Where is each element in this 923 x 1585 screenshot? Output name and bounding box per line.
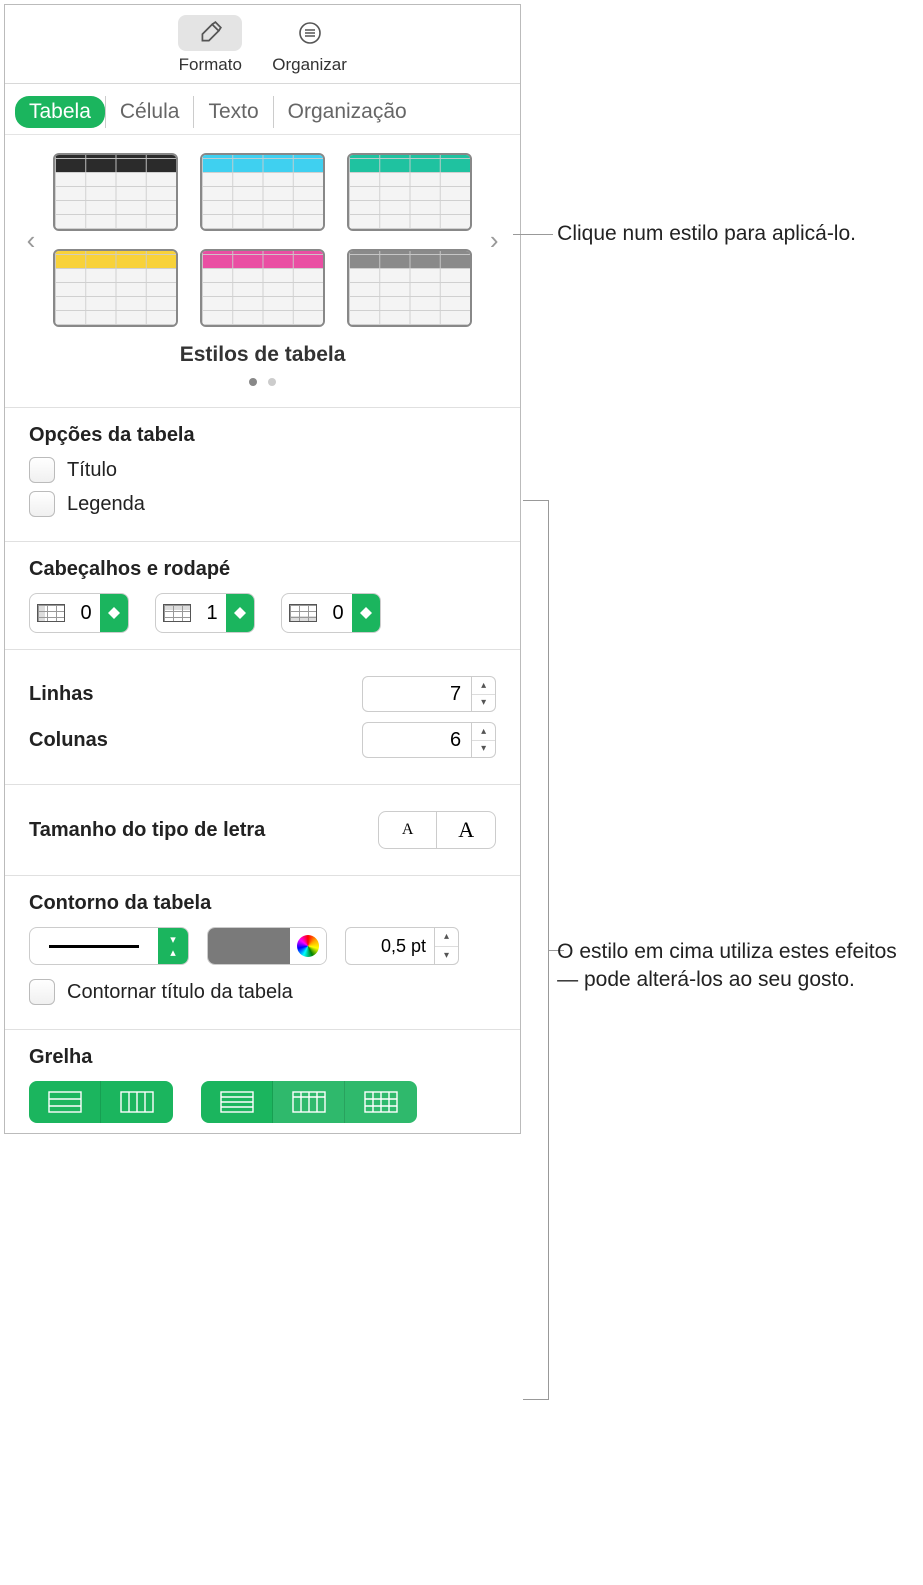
- grid-btn-all[interactable]: [345, 1081, 417, 1123]
- grid-btn-horiz[interactable]: [29, 1081, 101, 1123]
- styles-page-dots: [19, 373, 506, 391]
- footer-rows-stepper[interactable]: [352, 594, 380, 632]
- tab-table[interactable]: Tabela: [15, 96, 105, 128]
- header-cols-icon: [30, 604, 72, 622]
- outline-color-fill: [208, 928, 290, 964]
- checkbox-outline-title-label: Contornar título da tabela: [67, 981, 293, 1004]
- footer-rows-value: 0: [324, 602, 352, 625]
- headers-section: Cabeçalhos e rodapé 0 1 0: [5, 542, 520, 650]
- callouts: Clique num estilo para aplicá-lo. O esti…: [521, 4, 919, 184]
- grid-group-2: [201, 1081, 417, 1123]
- checkbox-outline-title[interactable]: [29, 979, 55, 1005]
- table-styles-section: ‹ › Estilos de tabela: [5, 135, 520, 408]
- cols-label: Colunas: [29, 729, 108, 752]
- rows-label: Linhas: [29, 683, 93, 706]
- organize-label: Organizar: [272, 55, 347, 75]
- rows-arrows[interactable]: ▴▾: [472, 676, 496, 712]
- options-title: Opções da tabela: [29, 424, 496, 447]
- style-thumb-4[interactable]: [53, 249, 178, 327]
- grid-group-1: [29, 1081, 173, 1123]
- checkbox-title[interactable]: [29, 457, 55, 483]
- header-cols-value: 0: [72, 602, 100, 625]
- headers-title: Cabeçalhos e rodapé: [29, 558, 496, 581]
- header-cols-control[interactable]: 0: [29, 593, 129, 633]
- styles-prev[interactable]: ‹: [19, 225, 43, 256]
- line-preview: [30, 945, 158, 948]
- rows-stepper[interactable]: ▴▾: [362, 676, 496, 712]
- styles-grid: [43, 145, 482, 335]
- grid-btn-header-v[interactable]: [273, 1081, 345, 1123]
- grid-btn-vert[interactable]: [101, 1081, 173, 1123]
- table-options-section: Opções da tabela Título Legenda: [5, 408, 520, 542]
- callout-bracket: [523, 500, 549, 1400]
- dot-2[interactable]: [268, 378, 276, 386]
- style-thumb-3[interactable]: [347, 153, 472, 231]
- outline-color-swatch[interactable]: [207, 927, 327, 965]
- outline-width-control[interactable]: ▴▾: [345, 927, 459, 965]
- style-thumb-1[interactable]: [53, 153, 178, 231]
- font-size-control: A A: [378, 811, 496, 849]
- color-wheel-icon: [297, 935, 319, 957]
- callout-2: O estilo em cima utiliza estes efeitos —…: [557, 938, 917, 995]
- outline-section: Contorno da tabela ▾▴ ▴▾ Contornar títul…: [5, 876, 520, 1030]
- subtabs: Tabela Célula Texto Organização: [5, 84, 520, 135]
- cols-input[interactable]: [362, 722, 472, 758]
- font-size-section: Tamanho do tipo de letra A A: [5, 785, 520, 876]
- header-cols-stepper[interactable]: [100, 594, 128, 632]
- checkbox-title-label: Título: [67, 459, 117, 482]
- header-rows-stepper[interactable]: [226, 594, 254, 632]
- toolbar: Formato Organizar: [5, 5, 520, 84]
- dot-1[interactable]: [249, 378, 257, 386]
- font-size-label: Tamanho do tipo de letra: [29, 819, 265, 842]
- cols-arrows[interactable]: ▴▾: [472, 722, 496, 758]
- grid-btn-header-h[interactable]: [201, 1081, 273, 1123]
- format-tab[interactable]: Formato: [178, 15, 242, 75]
- outline-style-select[interactable]: ▾▴: [29, 927, 189, 965]
- font-size-smaller[interactable]: A: [379, 812, 437, 848]
- footer-rows-control[interactable]: 0: [281, 593, 381, 633]
- font-size-larger[interactable]: A: [437, 812, 495, 848]
- styles-caption: Estilos de tabela: [19, 343, 506, 367]
- header-rows-icon: [156, 604, 198, 622]
- callout-1: Clique num estilo para aplicá-lo.: [557, 220, 856, 248]
- outline-style-dropdown-icon: ▾▴: [158, 928, 188, 964]
- color-wheel-button[interactable]: [290, 928, 326, 964]
- grid-title: Grelha: [29, 1046, 496, 1069]
- organize-tab[interactable]: Organizar: [272, 15, 347, 75]
- outline-title: Contorno da tabela: [29, 892, 496, 915]
- list-icon: [278, 15, 342, 51]
- outline-width-arrows[interactable]: ▴▾: [435, 927, 459, 965]
- style-thumb-2[interactable]: [200, 153, 325, 231]
- outline-width-input[interactable]: [345, 927, 435, 965]
- header-rows-value: 1: [198, 602, 226, 625]
- tab-text[interactable]: Texto: [193, 96, 272, 128]
- cols-stepper[interactable]: ▴▾: [362, 722, 496, 758]
- paintbrush-icon: [178, 15, 242, 51]
- header-rows-control[interactable]: 1: [155, 593, 255, 633]
- footer-rows-icon: [282, 604, 324, 622]
- checkbox-caption[interactable]: [29, 491, 55, 517]
- tab-layout[interactable]: Organização: [273, 96, 421, 128]
- format-label: Formato: [179, 55, 242, 75]
- checkbox-caption-label: Legenda: [67, 493, 145, 516]
- grid-section: Grelha: [5, 1030, 520, 1133]
- rows-input[interactable]: [362, 676, 472, 712]
- callout-1-text: Clique num estilo para aplicá-lo.: [557, 222, 856, 245]
- styles-next[interactable]: ›: [482, 225, 506, 256]
- style-thumb-5[interactable]: [200, 249, 325, 327]
- callout-2-text: O estilo em cima utiliza estes efeitos —…: [557, 940, 897, 991]
- tab-cell[interactable]: Célula: [105, 96, 194, 128]
- inspector-panel: Formato Organizar Tabela Célula Texto Or…: [4, 4, 521, 1134]
- dimensions-section: Linhas ▴▾ Colunas ▴▾: [5, 650, 520, 785]
- style-thumb-6[interactable]: [347, 249, 472, 327]
